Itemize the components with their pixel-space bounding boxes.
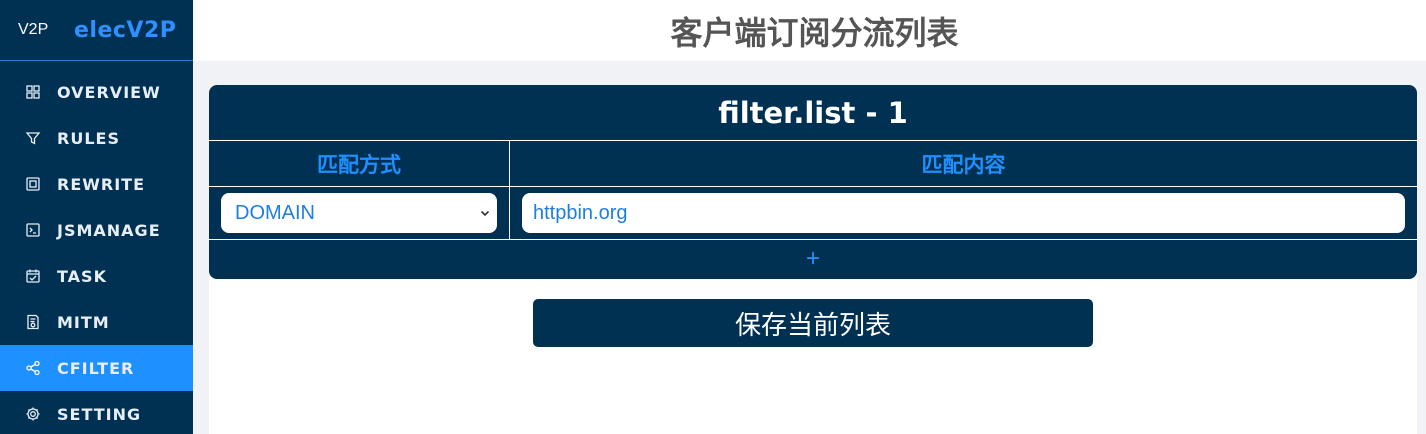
sidebar-item-label: TASK [57,266,107,286]
sidebar-item-mitm[interactable]: MITM [0,299,193,345]
sidebar: V2P elecV2P OVERVIEW RULES REWRITE JSMAN… [0,0,193,434]
terminal-icon [24,222,41,239]
sidebar-nav: OVERVIEW RULES REWRITE JSMANAGE TASK MIT… [0,69,193,434]
column-header-match-content: 匹配内容 [921,153,1006,177]
sidebar-item-jsmanage[interactable]: JSMANAGE [0,207,193,253]
sidebar-item-label: SETTING [57,404,142,424]
match-type-value: DOMAIN [235,201,315,224]
sidebar-item-label: RULES [57,128,120,148]
sidebar-item-setting[interactable]: SETTING [0,391,193,434]
sidebar-item-label: OVERVIEW [57,82,161,102]
certificate-icon [24,314,41,331]
save-list-button[interactable]: 保存当前列表 [533,299,1093,347]
sidebar-item-label: JSMANAGE [57,220,161,240]
scrollbar[interactable] [1418,61,1426,434]
sidebar-item-cfilter[interactable]: CFILTER [0,345,193,391]
funnel-icon [24,130,41,147]
sidebar-item-rewrite[interactable]: REWRITE [0,161,193,207]
match-content-cell: httpbin.org [510,187,1417,239]
page-title: 客户端订阅分流列表 [670,14,959,51]
filter-list-card: filter.list - 1 匹配方式 匹配内容 DOMAIN httpbin… [209,85,1417,279]
share-icon [24,360,41,377]
gear-icon [24,406,41,423]
sidebar-item-overview[interactable]: OVERVIEW [0,69,193,115]
match-type-cell: DOMAIN [209,187,510,239]
match-type-select[interactable]: DOMAIN [221,193,497,233]
table-header: 匹配方式 匹配内容 [209,141,1417,187]
brand: V2P elecV2P [0,0,193,61]
table-row: DOMAIN httpbin.org [209,187,1417,240]
card-title: filter.list - 1 [209,85,1417,141]
sidebar-item-label: CFILTER [57,358,135,378]
main-area: filter.list - 1 匹配方式 匹配内容 DOMAIN httpbin… [193,61,1426,434]
calendar-icon [24,268,41,285]
app-name[interactable]: elecV2P [74,18,176,43]
page-header: 客户端订阅分流列表 [193,0,1426,61]
grid-icon [24,84,41,101]
match-content-input[interactable]: httpbin.org [522,193,1405,233]
square-icon [24,176,41,193]
add-row-button[interactable]: + [209,240,1417,278]
sidebar-item-label: MITM [57,312,110,332]
column-header-match-type: 匹配方式 [209,141,510,186]
app-logo: V2P [18,21,49,38]
sidebar-item-task[interactable]: TASK [0,253,193,299]
content-panel: filter.list - 1 匹配方式 匹配内容 DOMAIN httpbin… [209,85,1417,434]
sidebar-item-label: REWRITE [57,174,146,194]
chevron-down-icon [479,207,491,219]
sidebar-item-rules[interactable]: RULES [0,115,193,161]
